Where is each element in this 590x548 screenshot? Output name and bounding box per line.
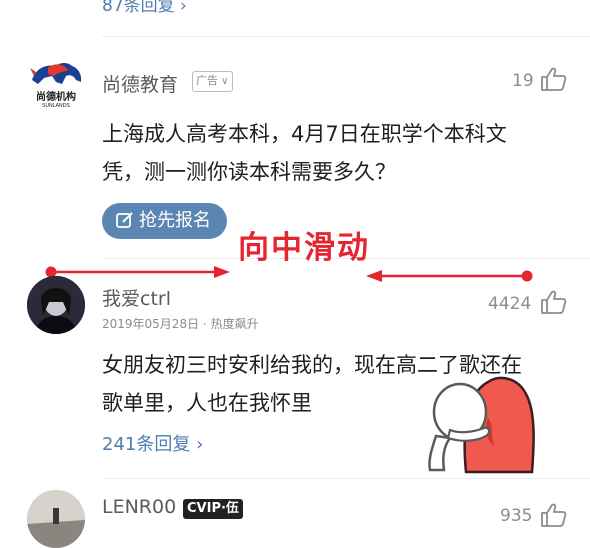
ad-like-count: 19 [512, 71, 534, 91]
meta-separator: · [202, 317, 207, 331]
edit-icon [116, 212, 133, 228]
ad-badge-label: 广告 [196, 74, 218, 87]
avatar[interactable] [27, 276, 85, 334]
thumbs-up-icon[interactable] [540, 66, 568, 96]
signup-button-label: 抢先报名 [139, 210, 211, 231]
lion-logo-icon [30, 63, 82, 84]
comment-text-line-2: 歌单里，人也在我怀里 [102, 391, 312, 415]
reply-count-link[interactable]: 241条回复 › [102, 430, 203, 456]
chevron-down-icon: ∨ [218, 76, 229, 87]
previous-reply-link[interactable]: 87条回复 › [102, 0, 187, 16]
thumbs-up-icon[interactable] [540, 502, 568, 532]
ad-badge[interactable]: 广告 ∨ [192, 71, 233, 92]
hot-tag: 热度飙升 [210, 317, 259, 331]
ad-text-line-2: 凭，测一测你读本科需要多久？ [102, 160, 396, 184]
next-comment-like-count: 935 [500, 506, 533, 526]
logo-text: 尚德机构 [36, 92, 76, 103]
sticker-image [428, 376, 535, 474]
ad-text-line-1: 上海成人高考本科，4月7日在职学个本科文 [102, 122, 507, 146]
ad-author-name[interactable]: 尚德教育 [102, 70, 178, 97]
next-comment-author[interactable]: LENR00 [102, 496, 176, 518]
divider [102, 36, 590, 37]
avatar[interactable] [27, 490, 85, 548]
comment-meta: 2019年05月28日 · 热度飙升 [102, 315, 259, 332]
avatar-image-icon [27, 490, 85, 548]
avatar-image-icon [27, 276, 85, 334]
sunlands-logo[interactable]: 尚德机构 SUNLANDS [26, 58, 86, 109]
signup-button[interactable]: 抢先报名 [102, 203, 227, 239]
divider [102, 478, 590, 479]
comment-date: 2019年05月28日 [102, 317, 200, 331]
comment-author-name[interactable]: 我爱ctrl [102, 284, 171, 311]
logo-subtext: SUNLANDS [42, 103, 70, 109]
thumbs-up-icon[interactable] [540, 289, 568, 319]
vip-badge[interactable]: CVIP·伍 [183, 499, 243, 519]
comment-like-count: 4424 [488, 294, 532, 314]
